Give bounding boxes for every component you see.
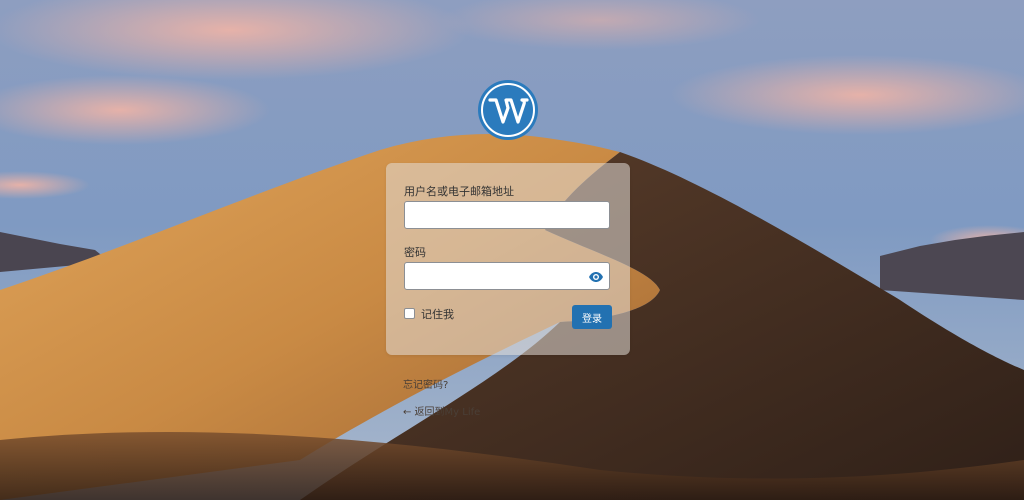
wordpress-logo-icon[interactable] [476,78,540,142]
username-label: 用户名或电子邮箱地址 [404,185,514,198]
password-label: 密码 [404,246,426,259]
remember-me-label: 记住我 [421,308,454,321]
remember-me-checkbox[interactable] [404,308,415,319]
username-input[interactable] [404,201,610,229]
back-to-site-link[interactable]: ← 返回到My Life [403,403,480,418]
eye-icon[interactable] [586,267,606,287]
login-form: 用户名或电子邮箱地址 密码 记住我 登录 [386,163,630,355]
login-button[interactable]: 登录 [572,305,612,329]
lost-password-link[interactable]: 忘记密码? [403,376,448,391]
password-input[interactable] [404,262,610,290]
